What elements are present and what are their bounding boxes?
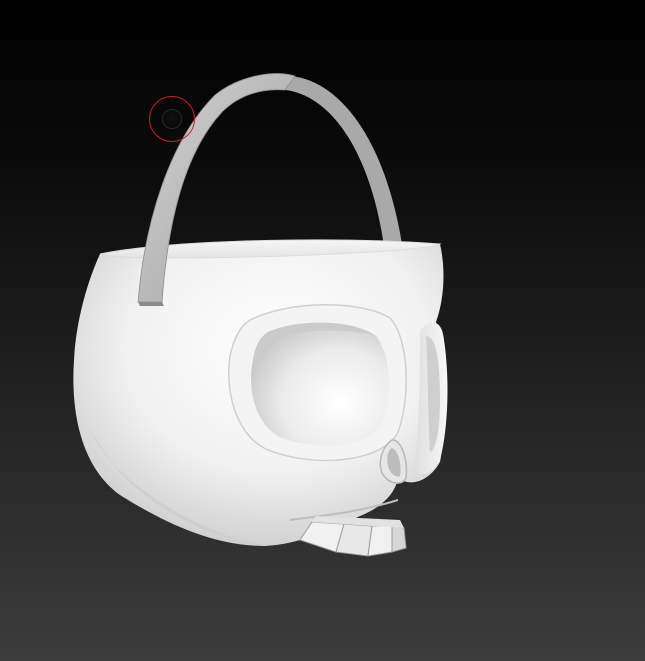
eye-socket bbox=[251, 322, 389, 446]
teeth bbox=[299, 516, 407, 557]
3d-viewport[interactable] bbox=[0, 0, 645, 661]
handle-back bbox=[285, 76, 402, 246]
skull-bucket-model[interactable] bbox=[0, 0, 645, 661]
brush-cursor-center bbox=[162, 109, 182, 129]
